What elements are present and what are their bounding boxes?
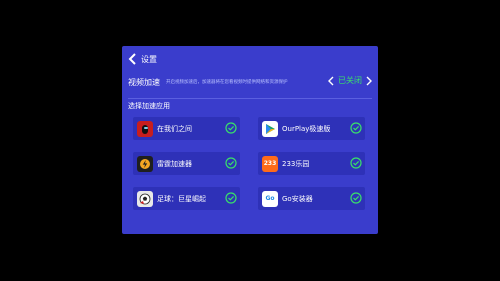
back-chevron-icon[interactable]: [128, 53, 138, 65]
app-tile-233[interactable]: 233 233乐园: [258, 152, 365, 175]
play-icon: [262, 120, 278, 137]
233-icon: 233: [262, 155, 278, 172]
video-accel-row: 视频加速 开启视频加速后，加速器将在您看视频时提供网络和资源保护 已关闭: [128, 74, 374, 90]
app-name: OurPlay极速版: [282, 124, 331, 133]
among-us-icon: [137, 120, 153, 137]
check-circle-icon[interactable]: [225, 157, 237, 169]
app-name: 在我们之间: [157, 124, 192, 133]
divider: [128, 98, 372, 99]
app-tile-ourplay[interactable]: OurPlay极速版: [258, 117, 365, 140]
app-tile-go-installer[interactable]: Go Go安装器: [258, 187, 365, 210]
soccer-icon: [137, 190, 153, 207]
section-title: 选择加速应用: [128, 102, 170, 110]
video-accel-label: 视频加速: [128, 77, 160, 87]
video-accel-value: 已关闭: [338, 76, 362, 85]
video-accel-toggle[interactable]: 已关闭: [328, 75, 372, 86]
app-name: 233乐园: [282, 159, 310, 168]
chevron-right-icon[interactable]: [366, 76, 372, 86]
check-circle-icon[interactable]: [225, 192, 237, 204]
check-circle-icon[interactable]: [350, 192, 362, 204]
check-circle-icon[interactable]: [350, 157, 362, 169]
settings-panel: 设置 视频加速 开启视频加速后，加速器将在您看视频时提供网络和资源保护 已关闭 …: [122, 46, 378, 234]
app-tile-among-us[interactable]: 在我们之间: [133, 117, 240, 140]
app-tile-soccer[interactable]: 足球：巨星崛起: [133, 187, 240, 210]
thunder-icon: [137, 155, 153, 172]
check-circle-icon[interactable]: [225, 122, 237, 134]
chevron-left-icon[interactable]: [328, 76, 334, 86]
go-installer-icon: Go: [262, 190, 278, 207]
app-tile-thunder[interactable]: 雷霆加速器: [133, 152, 240, 175]
video-accel-description: 开启视频加速后，加速器将在您看视频时提供网络和资源保护: [166, 80, 288, 85]
header[interactable]: 设置: [128, 51, 157, 67]
page-title: 设置: [141, 54, 157, 64]
check-circle-icon[interactable]: [350, 122, 362, 134]
app-name: 雷霆加速器: [157, 159, 192, 168]
app-name: 足球：巨星崛起: [157, 194, 206, 203]
app-name: Go安装器: [282, 194, 313, 203]
